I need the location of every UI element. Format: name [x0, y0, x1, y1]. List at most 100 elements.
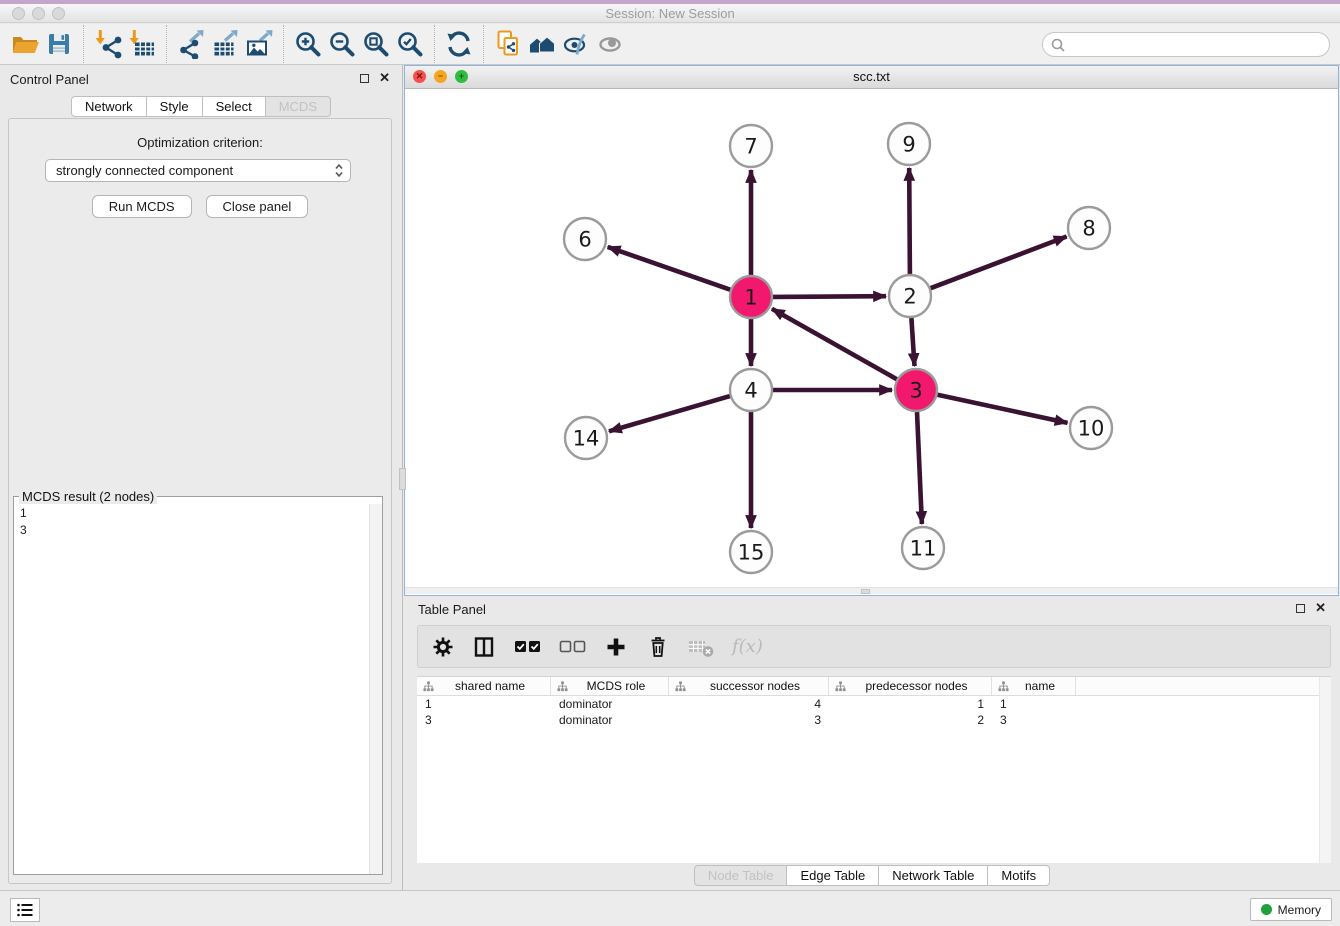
float-table-panel-icon[interactable]	[1296, 604, 1305, 613]
table-row[interactable]: 1dominator411	[417, 696, 1331, 712]
close-panel-button[interactable]: Close panel	[206, 195, 309, 218]
edge-3-1[interactable]	[772, 309, 897, 379]
export-image-icon[interactable]	[242, 27, 276, 61]
split-view-icon[interactable]	[472, 635, 496, 659]
export-network-icon[interactable]	[174, 27, 208, 61]
table-cell: dominator	[551, 712, 669, 728]
column-header-name[interactable]: name	[992, 677, 1076, 695]
delete-table-icon[interactable]	[688, 635, 714, 659]
float-panel-icon[interactable]	[360, 74, 369, 83]
memory-button[interactable]: Memory	[1250, 898, 1332, 921]
zoom-fit-icon[interactable]	[359, 27, 393, 61]
hierarchy-icon	[423, 681, 434, 692]
node-7[interactable]: 7	[730, 125, 772, 167]
zoom-selected-icon[interactable]	[393, 27, 427, 61]
list-icon	[16, 902, 34, 918]
network-window-title: scc.txt	[405, 66, 1338, 88]
tab-network[interactable]: Network	[71, 96, 147, 117]
hierarchy-icon	[675, 681, 686, 692]
result-scrollbar[interactable]	[369, 504, 382, 874]
delete-column-icon[interactable]	[646, 635, 670, 659]
edge-3-10[interactable]	[938, 395, 1068, 423]
export-table-icon[interactable]	[208, 27, 242, 61]
import-network-icon[interactable]	[91, 27, 125, 61]
node-9[interactable]: 9	[888, 123, 930, 165]
table-cell: 4	[669, 696, 829, 712]
node-6[interactable]: 6	[564, 218, 606, 260]
edge-1-6[interactable]	[608, 247, 731, 290]
svg-text:9: 9	[902, 132, 915, 156]
search-field[interactable]	[1070, 36, 1321, 53]
run-mcds-button[interactable]: Run MCDS	[92, 195, 192, 218]
zoom-out-icon[interactable]	[325, 27, 359, 61]
network-canvas[interactable]: 7 9 6 8 1 2 4 3 14 10 15 11	[405, 89, 1338, 587]
tab-motifs[interactable]: Motifs	[988, 865, 1050, 886]
fx-label: f(x)	[732, 636, 763, 657]
import-table-icon[interactable]	[125, 27, 159, 61]
network-maximize-button[interactable]: +	[455, 70, 468, 83]
node-2[interactable]: 2	[889, 275, 931, 317]
node-1[interactable]: 1	[730, 276, 772, 318]
zoom-in-icon[interactable]	[291, 27, 325, 61]
network-graph[interactable]: 7 9 6 8 1 2 4 3 14 10 15 11	[405, 89, 1338, 587]
tab-network-table[interactable]: Network Table	[879, 865, 988, 886]
tab-select[interactable]: Select	[203, 96, 266, 117]
task-history-button[interactable]	[10, 898, 40, 922]
edge-2-8[interactable]	[931, 237, 1067, 289]
column-header-successor-nodes[interactable]: successor nodes	[669, 677, 829, 695]
refresh-layout-icon[interactable]	[442, 27, 476, 61]
tab-mcds[interactable]: MCDS	[266, 96, 331, 117]
optimization-select[interactable]: strongly connected component	[45, 159, 351, 182]
tab-style[interactable]: Style	[147, 96, 203, 117]
deselect-all-icon[interactable]	[559, 639, 586, 654]
node-10[interactable]: 10	[1070, 407, 1112, 449]
tab-edge-table[interactable]: Edge Table	[787, 865, 879, 886]
svg-text:3: 3	[909, 378, 922, 402]
close-panel-icon[interactable]: ✕	[379, 72, 390, 84]
edge-2-9[interactable]	[909, 168, 910, 274]
table-cell: 2	[829, 712, 992, 728]
memory-status-icon	[1261, 904, 1272, 915]
svg-text:11: 11	[910, 536, 937, 560]
hide-eye-icon[interactable]	[559, 27, 593, 61]
gear-icon[interactable]	[432, 636, 454, 658]
edge-2-3[interactable]	[911, 318, 914, 366]
select-all-icon[interactable]	[514, 639, 541, 654]
open-file-icon[interactable]	[8, 27, 42, 61]
column-header-predecessor-nodes[interactable]: predecessor nodes	[829, 677, 992, 695]
node-3[interactable]: 3	[895, 369, 937, 411]
horizontal-splitter[interactable]	[405, 587, 1338, 594]
network-close-button[interactable]: ✕	[413, 70, 426, 83]
node-14[interactable]: 14	[565, 417, 607, 459]
search-input[interactable]	[1042, 32, 1330, 57]
window-titlebar: Session: New Session	[0, 4, 1340, 23]
node-11[interactable]: 11	[902, 527, 944, 569]
control-panel: Control Panel ✕ NetworkStyleSelectMCDS O…	[0, 65, 403, 890]
add-column-icon[interactable]	[604, 635, 628, 659]
table-panel-title: Table Panel	[418, 602, 486, 617]
save-session-icon[interactable]	[42, 27, 76, 61]
tab-node-table[interactable]: Node Table	[694, 865, 788, 886]
horizontal-splitter-grip[interactable]	[861, 589, 870, 594]
node-15[interactable]: 15	[730, 531, 772, 573]
node-4[interactable]: 4	[730, 369, 772, 411]
vertical-splitter-grip[interactable]	[399, 468, 406, 490]
node-8[interactable]: 8	[1068, 207, 1110, 249]
home-overview-icon[interactable]	[525, 27, 559, 61]
table-row[interactable]: 3dominator323	[417, 712, 1331, 728]
edge-1-2[interactable]	[773, 296, 886, 297]
table-cell: 3	[669, 712, 829, 728]
network-minimize-button[interactable]: −	[434, 70, 447, 83]
edge-4-14[interactable]	[609, 396, 730, 431]
show-eye-icon[interactable]	[593, 27, 627, 61]
network-window-titlebar[interactable]: ✕ − + scc.txt	[405, 66, 1338, 89]
close-table-panel-icon[interactable]: ✕	[1315, 602, 1326, 614]
table-scrollbar[interactable]	[1319, 677, 1331, 863]
edge-3-11[interactable]	[917, 412, 922, 524]
table-cell: dominator	[551, 696, 669, 712]
duplicate-network-icon[interactable]	[491, 27, 525, 61]
status-bar: Memory	[0, 890, 1340, 926]
column-header-MCDS-role[interactable]: MCDS role	[551, 677, 669, 695]
column-header-shared-name[interactable]: shared name	[417, 677, 551, 695]
memory-label: Memory	[1278, 903, 1321, 917]
